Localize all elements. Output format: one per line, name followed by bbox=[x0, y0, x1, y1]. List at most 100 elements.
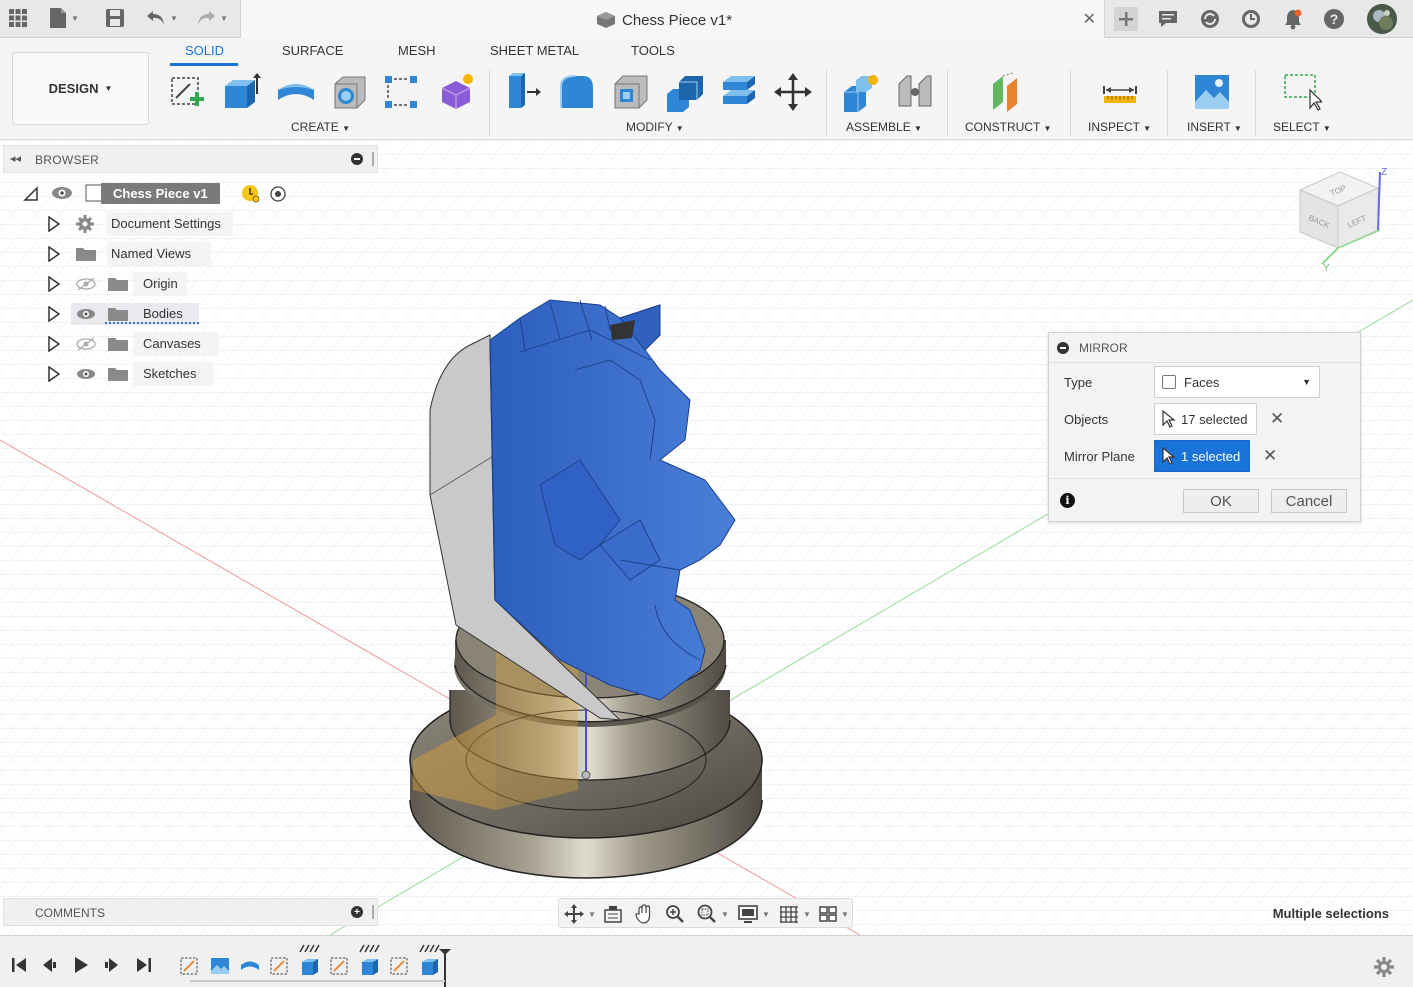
collapse-dialog-icon[interactable] bbox=[1057, 342, 1069, 354]
construct-menu[interactable]: CONSTRUCT ▼ bbox=[965, 120, 1051, 134]
tree-item-named-views[interactable]: Named Views bbox=[47, 241, 247, 267]
info-icon[interactable]: i bbox=[1060, 493, 1075, 508]
fit-zoom-icon[interactable]: ▼ bbox=[696, 903, 729, 925]
measure-icon[interactable] bbox=[1098, 70, 1142, 114]
tab-surface[interactable]: SURFACE bbox=[282, 43, 343, 58]
assemble-menu[interactable]: ASSEMBLE ▼ bbox=[846, 120, 922, 134]
tab-solid[interactable]: SOLID bbox=[185, 43, 224, 58]
tab-tools[interactable]: TOOLS bbox=[631, 43, 675, 58]
go-to-end-icon[interactable] bbox=[135, 956, 153, 974]
expand-arrow-icon[interactable] bbox=[47, 276, 61, 292]
tree-root-row[interactable]: Chess Piece v1 bbox=[23, 181, 323, 207]
press-pull-icon[interactable] bbox=[501, 70, 545, 114]
visibility-eye-icon[interactable] bbox=[75, 306, 97, 322]
tree-item-canvases[interactable]: Canvases bbox=[47, 331, 247, 357]
expand-arrow-icon[interactable] bbox=[47, 216, 61, 232]
tree-item-origin[interactable]: Origin bbox=[47, 271, 247, 297]
insert-canvas-icon[interactable] bbox=[1190, 70, 1234, 114]
timeline-sketch-icon[interactable] bbox=[268, 954, 292, 978]
timeline-revolve-icon[interactable] bbox=[238, 954, 262, 978]
new-component-icon[interactable] bbox=[838, 70, 882, 114]
create-form-icon[interactable] bbox=[434, 70, 478, 114]
help-icon[interactable]: ? bbox=[1322, 7, 1346, 31]
tab-sheet-metal[interactable]: SHEET METAL bbox=[490, 43, 579, 58]
expand-arrow-icon[interactable] bbox=[47, 246, 61, 262]
hidden-eye-icon[interactable] bbox=[75, 276, 97, 292]
visibility-eye-icon[interactable] bbox=[51, 186, 73, 200]
clear-plane-icon[interactable]: ✕ bbox=[1263, 446, 1277, 466]
tab-mesh[interactable]: MESH bbox=[398, 43, 436, 58]
chat-icon[interactable] bbox=[1156, 7, 1180, 31]
display-settings-icon[interactable]: ▼ bbox=[737, 903, 770, 925]
revolve-icon[interactable] bbox=[274, 70, 318, 114]
step-back-icon[interactable] bbox=[40, 956, 58, 974]
undo-icon[interactable]: ▼ bbox=[145, 6, 178, 30]
timeline-extrude-icon[interactable] bbox=[358, 954, 382, 978]
expand-arrow-icon[interactable] bbox=[47, 306, 61, 322]
objects-selector[interactable]: 17 selected bbox=[1154, 403, 1257, 435]
tree-item-bodies[interactable]: Bodies bbox=[47, 301, 247, 327]
modify-menu[interactable]: MODIFY ▼ bbox=[626, 120, 684, 134]
combine-icon[interactable] bbox=[663, 70, 707, 114]
expand-arrow-icon[interactable] bbox=[47, 336, 61, 352]
timeline-extrude-icon[interactable] bbox=[298, 954, 322, 978]
grid-settings-icon[interactable]: ▼ bbox=[778, 903, 811, 925]
expand-arrow-icon[interactable] bbox=[47, 366, 61, 382]
user-avatar[interactable] bbox=[1367, 4, 1397, 34]
pattern-icon[interactable] bbox=[379, 70, 423, 114]
panel-resize-handle[interactable] bbox=[372, 905, 374, 919]
workspace-switcher[interactable]: DESIGN ▼ bbox=[12, 52, 149, 125]
mirror-plane-selector[interactable]: 1 selected bbox=[1154, 440, 1250, 472]
fillet-icon[interactable] bbox=[555, 70, 599, 114]
hidden-eye-icon[interactable] bbox=[75, 336, 97, 352]
root-component-label[interactable]: Chess Piece v1 bbox=[101, 183, 220, 204]
redo-icon[interactable]: ▼ bbox=[195, 6, 228, 30]
insert-menu[interactable]: INSERT ▼ bbox=[1187, 120, 1242, 134]
notifications-icon[interactable] bbox=[1281, 7, 1305, 31]
expanded-triangle-icon[interactable] bbox=[23, 186, 39, 202]
viewports-icon[interactable]: ▼ bbox=[818, 903, 849, 925]
hole-icon[interactable] bbox=[327, 70, 371, 114]
timeline-settings-gear-icon[interactable] bbox=[1373, 956, 1395, 978]
step-forward-icon[interactable] bbox=[103, 956, 121, 974]
timeline-warning-icon[interactable] bbox=[241, 184, 261, 204]
inspect-menu[interactable]: INSPECT ▼ bbox=[1088, 120, 1151, 134]
document-tab[interactable]: Chess Piece v1* ✕ bbox=[240, 0, 1105, 38]
timeline-canvas-icon[interactable] bbox=[208, 954, 232, 978]
shell-icon[interactable] bbox=[609, 70, 653, 114]
panel-resize-handle[interactable] bbox=[372, 152, 374, 166]
tree-item-document-settings[interactable]: Document Settings bbox=[47, 211, 247, 237]
look-at-icon[interactable] bbox=[603, 903, 623, 925]
browser-minimize-icon[interactable] bbox=[351, 153, 363, 165]
go-to-start-icon[interactable] bbox=[10, 956, 28, 974]
offset-face-icon[interactable] bbox=[717, 70, 761, 114]
timeline-sketch-icon[interactable] bbox=[328, 954, 352, 978]
collapse-browser-icon[interactable]: ◂◂ bbox=[10, 152, 21, 165]
file-menu-icon[interactable]: ▼ bbox=[48, 6, 79, 30]
type-select[interactable]: Faces ▼ bbox=[1154, 366, 1320, 398]
mirror-dialog-header[interactable]: MIRROR bbox=[1049, 333, 1360, 363]
save-icon[interactable] bbox=[105, 6, 125, 30]
job-status-icon[interactable] bbox=[1239, 7, 1263, 31]
timeline-sketch-icon[interactable] bbox=[178, 954, 202, 978]
create-menu[interactable]: CREATE ▼ bbox=[291, 120, 350, 134]
add-comment-icon[interactable]: + bbox=[351, 906, 363, 918]
activate-radio-icon[interactable] bbox=[269, 185, 287, 203]
window-select-icon[interactable] bbox=[1280, 70, 1324, 114]
orbit-icon[interactable]: ▼ bbox=[563, 903, 596, 925]
sync-icon[interactable] bbox=[1198, 7, 1222, 31]
select-menu[interactable]: SELECT ▼ bbox=[1273, 120, 1331, 134]
ok-button[interactable]: OK bbox=[1183, 489, 1259, 513]
visibility-eye-icon[interactable] bbox=[75, 366, 97, 382]
close-tab-icon[interactable]: ✕ bbox=[1083, 9, 1096, 29]
create-sketch-icon[interactable] bbox=[165, 70, 209, 114]
new-tab-icon[interactable] bbox=[1114, 7, 1138, 31]
tree-item-sketches[interactable]: Sketches bbox=[47, 361, 247, 387]
move-icon[interactable] bbox=[771, 70, 815, 114]
pan-hand-icon[interactable] bbox=[634, 903, 654, 925]
extrude-icon[interactable] bbox=[219, 70, 263, 114]
timeline-sketch-icon[interactable] bbox=[388, 954, 412, 978]
joint-icon[interactable] bbox=[893, 70, 937, 114]
offset-plane-icon[interactable] bbox=[987, 70, 1031, 114]
app-grid-icon[interactable] bbox=[8, 6, 28, 30]
